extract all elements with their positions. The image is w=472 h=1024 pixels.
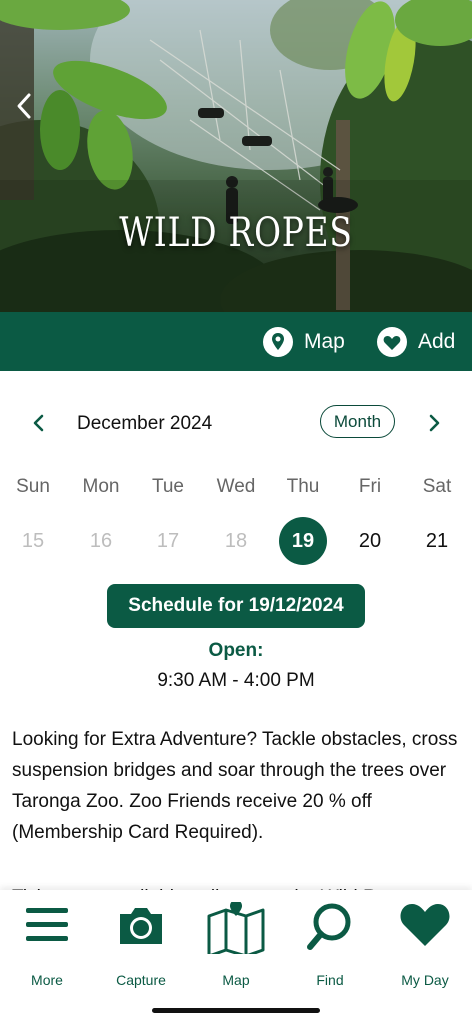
weekday-label: Wed [216,476,256,497]
back-button[interactable] [8,86,40,126]
camera-icon [120,908,162,944]
open-label: Open: [208,640,264,661]
nav-map[interactable]: Map [189,902,283,988]
action-bar: Map Add [0,312,472,371]
calendar-navigation: December 2024 Month [0,405,472,441]
next-week-button[interactable] [422,411,446,435]
chevron-left-icon [17,93,31,119]
nav-my-day-label: My Day [401,972,449,988]
day-cell[interactable]: 18 [212,517,260,565]
day-cell-selected[interactable]: 19 [279,517,327,565]
add-button[interactable]: Add [376,312,455,371]
day-cell[interactable]: 21 [413,517,461,565]
opening-hours: 9:30 AM - 4:00 PM [157,670,315,691]
nav-my-day[interactable]: My Day [378,902,472,988]
heart-icon [400,904,450,946]
search-icon [307,903,351,950]
hero-image: WILD ROPES [0,0,472,312]
weekday-label: Thu [286,476,320,497]
nav-find[interactable]: Find [283,902,377,988]
schedule-button[interactable]: Schedule for 19/12/2024 [107,584,365,628]
add-button-label: Add [418,329,456,353]
month-label: December 2024 [77,413,213,434]
day-cell[interactable]: 15 [9,517,57,565]
location-pin-icon [263,326,293,357]
bottom-navigation: More Capture Map Find My Day [0,890,472,1024]
nav-more[interactable]: More [0,902,94,988]
weekday-label: Sun [16,476,50,497]
menu-icon [26,908,68,941]
chevron-left-icon [33,414,44,432]
heart-icon [377,326,407,357]
page-title: WILD ROPES [119,210,353,256]
day-cell[interactable]: 17 [144,517,192,565]
hero-scene-illustration [0,0,472,312]
nav-more-label: More [31,972,63,988]
map-icon [207,902,265,954]
weekday-label: Fri [358,476,382,497]
weekday-label: Mon [82,476,120,497]
month-view-toggle[interactable]: Month [320,405,395,438]
description-text: Looking for Extra Adventure? Tackle obst… [12,729,458,843]
map-button-label: Map [304,329,345,353]
nav-map-label: Map [222,972,250,988]
weekday-header: Sun Mon Tue Wed Thu Fri Sat [0,476,472,500]
nav-capture[interactable]: Capture [94,902,188,988]
weekday-label: Sat [422,476,452,497]
weekday-label: Tue [151,476,185,497]
chevron-right-icon [429,414,440,432]
nav-capture-label: Capture [116,972,166,988]
day-cell[interactable]: 16 [77,517,125,565]
previous-week-button[interactable] [27,411,51,435]
nav-find-label: Find [316,972,344,988]
home-indicator [152,1008,320,1013]
day-cell[interactable]: 20 [346,517,394,565]
map-button[interactable]: Map [262,312,345,371]
day-row: 15 16 17 18 19 20 21 [0,517,472,565]
